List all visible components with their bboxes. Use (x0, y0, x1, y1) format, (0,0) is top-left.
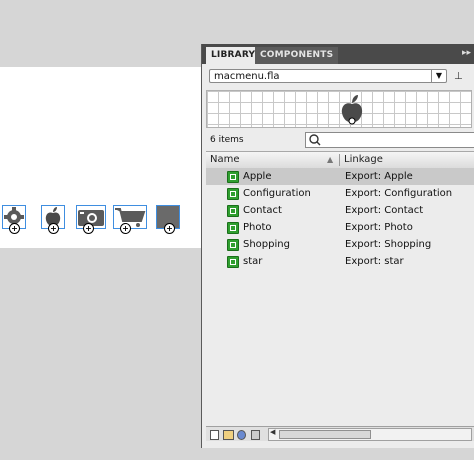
new-symbol-icon[interactable] (210, 430, 219, 440)
library-item-name: Contact (243, 205, 282, 216)
pin-icon[interactable]: ⊥ (454, 71, 463, 82)
horizontal-scrollbar[interactable]: ◀ (268, 428, 472, 441)
library-item-list: Apple Export: Apple Configuration Export… (206, 168, 474, 270)
settings-icon[interactable]: + (2, 205, 26, 234)
library-item[interactable]: star Export: star (206, 253, 474, 270)
stage-canvas[interactable] (0, 67, 212, 248)
movie-clip-symbol-icon (227, 171, 239, 183)
library-item-name: Apple (243, 171, 272, 182)
library-item[interactable]: Apple Export: Apple (206, 168, 474, 185)
registration-point-icon: + (9, 223, 20, 234)
library-item[interactable]: Shopping Export: Shopping (206, 236, 474, 253)
movie-clip-symbol-icon (227, 222, 239, 234)
scrollbar-thumb[interactable] (279, 430, 371, 439)
apple-preview-icon (341, 95, 363, 125)
movie-clip-symbol-icon (227, 256, 239, 268)
tab-library[interactable]: LIBRARY (206, 47, 261, 64)
library-item-linkage: Export: star (345, 256, 404, 267)
registration-point-icon: + (164, 223, 175, 234)
delete-icon[interactable] (251, 430, 260, 440)
library-panel: LIBRARY COMPONENTS ▸▸ macmenu.fla ▼ ⊥ 6 … (201, 44, 474, 448)
panel-menu-icon[interactable]: ▸▸ (462, 48, 471, 58)
library-item-linkage: Export: Photo (345, 222, 413, 233)
document-select[interactable]: macmenu.fla ▼ (209, 69, 447, 83)
column-header-name[interactable]: Name (210, 152, 240, 168)
library-item-linkage: Export: Shopping (345, 239, 432, 250)
tab-components[interactable]: COMPONENTS (255, 47, 339, 64)
registration-point-icon: + (120, 223, 131, 234)
library-item[interactable]: Configuration Export: Configuration (206, 185, 474, 202)
search-input[interactable] (305, 132, 474, 148)
movie-clip-symbol-icon (227, 188, 239, 200)
column-divider[interactable] (339, 154, 340, 166)
new-folder-icon[interactable] (223, 430, 234, 440)
shopping-cart-icon[interactable]: + (113, 205, 147, 234)
photo-icon[interactable]: + (76, 205, 106, 234)
registration-point-icon: + (48, 223, 59, 234)
column-header-linkage[interactable]: Linkage (344, 152, 383, 168)
search-icon (309, 134, 321, 146)
movie-clip-symbol-icon (227, 205, 239, 217)
sort-ascending-icon[interactable]: ▲ (327, 152, 333, 168)
library-item-linkage: Export: Apple (345, 171, 413, 182)
library-item[interactable]: Photo Export: Photo (206, 219, 474, 236)
list-header: Name ▲ Linkage (206, 151, 474, 169)
movie-clip-symbol-icon (227, 239, 239, 251)
properties-icon[interactable] (237, 430, 246, 440)
library-item-linkage: Export: Configuration (345, 188, 453, 199)
registration-point-icon: + (83, 223, 94, 234)
library-item-name: star (243, 256, 263, 267)
library-toolbar: ◀ (206, 426, 474, 441)
document-select-value: macmenu.fla (214, 71, 280, 82)
apple-icon[interactable]: + (41, 205, 65, 234)
library-item-name: Configuration (243, 188, 311, 199)
item-count: 6 items (210, 135, 244, 145)
library-item-linkage: Export: Contact (345, 205, 424, 216)
chevron-down-icon[interactable]: ▼ (431, 70, 446, 82)
star-icon[interactable]: + (156, 205, 180, 234)
scroll-left-icon[interactable]: ◀ (270, 428, 275, 436)
library-item-name: Photo (243, 222, 272, 233)
library-item[interactable]: Contact Export: Contact (206, 202, 474, 219)
symbol-preview (206, 90, 472, 128)
library-item-name: Shopping (243, 239, 290, 250)
